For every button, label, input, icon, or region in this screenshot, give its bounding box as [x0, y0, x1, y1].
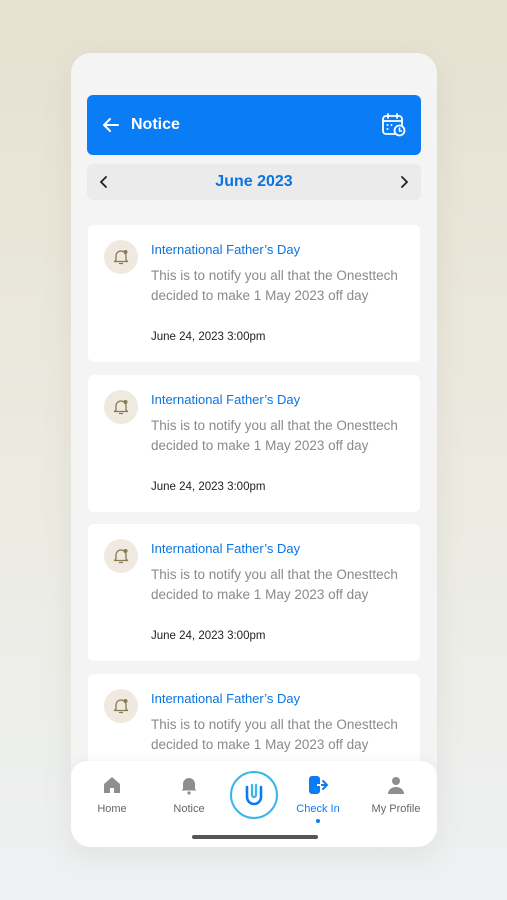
notice-body: This is to notify you all that the Onest… — [151, 418, 398, 453]
home-icon — [104, 777, 120, 793]
notice-title: International Father’s Day — [151, 242, 301, 257]
notice-date: June 24, 2023 3:00pm — [151, 630, 266, 642]
notice-body: This is to notify you all that the Onest… — [151, 717, 398, 752]
notice-card[interactable]: International Father’s Day This is to no… — [88, 225, 420, 362]
tab-check-in[interactable]: Check In — [283, 775, 353, 823]
calendar-clock-icon — [382, 113, 406, 137]
notice-body: This is to notify you all that the Onest… — [151, 268, 398, 303]
prev-month-button[interactable] — [95, 173, 113, 191]
notice-card[interactable]: International Father’s Day This is to no… — [88, 375, 420, 512]
notice-title: International Father’s Day — [151, 691, 301, 706]
notice-body: This is to notify you all that the Onest… — [151, 567, 398, 602]
user-icon — [388, 777, 404, 794]
tab-label: My Profile — [371, 803, 421, 815]
next-month-button[interactable] — [395, 173, 413, 191]
tab-label: Check In — [296, 803, 340, 815]
bell-icon — [104, 390, 138, 424]
tab-notice[interactable]: Notice — [154, 775, 224, 815]
notice-date: June 24, 2023 3:00pm — [151, 331, 266, 343]
tab-my-profile[interactable]: My Profile — [361, 775, 431, 815]
month-selector: June 2023 — [87, 164, 421, 200]
notice-title: International Father’s Day — [151, 541, 301, 556]
bell-icon — [104, 240, 138, 274]
chevron-left-icon — [99, 176, 107, 188]
scan-checkin-button[interactable] — [230, 771, 278, 819]
tab-label: Notice — [173, 803, 205, 815]
arrow-left-icon — [103, 118, 119, 132]
fingerprint-logo-icon — [245, 783, 263, 806]
phone-screen: Notice June 2023 International Father’s … — [71, 53, 437, 847]
month-label: June 2023 — [215, 173, 293, 190]
chevron-right-icon — [401, 176, 409, 188]
home-indicator — [192, 835, 318, 839]
notice-date: June 24, 2023 3:00pm — [151, 481, 266, 493]
tab-home[interactable]: Home — [77, 775, 147, 815]
calendar-button[interactable] — [381, 112, 407, 138]
logout-arrow-icon — [309, 776, 328, 794]
bell-icon — [181, 778, 197, 795]
bell-icon — [104, 689, 138, 723]
notice-title: International Father’s Day — [151, 392, 301, 407]
bell-icon — [104, 539, 138, 573]
page-title: Notice — [131, 116, 180, 133]
tab-label: Home — [97, 803, 127, 815]
notice-card[interactable]: International Father’s Day This is to no… — [88, 524, 420, 661]
active-indicator — [316, 819, 320, 823]
app-header: Notice — [87, 95, 421, 155]
back-button[interactable] — [101, 114, 123, 136]
